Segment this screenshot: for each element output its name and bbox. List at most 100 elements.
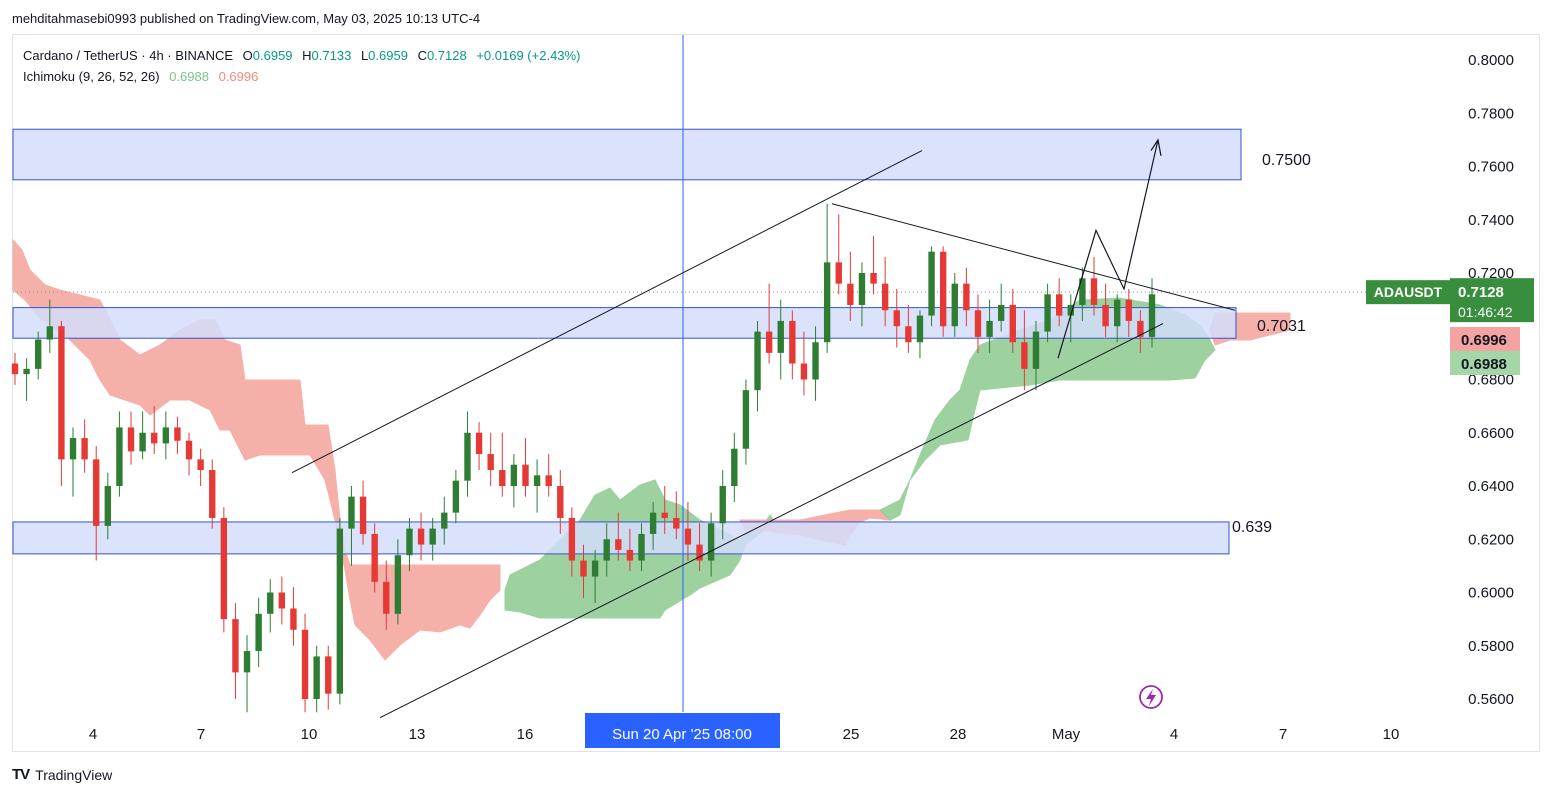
candle-body xyxy=(615,539,622,550)
candle-body xyxy=(1032,331,1040,369)
candle-body xyxy=(591,560,599,577)
candle-body xyxy=(986,320,993,337)
high-label: H xyxy=(302,48,312,63)
zone-price-label: 0.7031 xyxy=(1257,318,1306,335)
candle-body xyxy=(684,528,692,545)
candle-body xyxy=(533,475,541,486)
candle-body xyxy=(1009,304,1016,343)
candle-body xyxy=(185,440,193,460)
candle-body xyxy=(754,331,761,391)
candle-body xyxy=(638,533,645,561)
candle-body xyxy=(441,512,448,529)
candle-body xyxy=(46,326,53,340)
candle-body xyxy=(162,427,170,444)
candle-body xyxy=(649,512,657,534)
x-axis-tick-label: 4 xyxy=(1170,726,1178,743)
candle-body xyxy=(963,283,970,311)
low-value: 0.6959 xyxy=(368,48,408,63)
candle-body xyxy=(383,581,390,614)
candle-body xyxy=(939,251,947,327)
indicator-title[interactable]: Ichimoku (9, 26, 52, 26) xyxy=(23,69,160,84)
candle-body xyxy=(765,331,773,353)
y-axis-tick-label: 0.6000 xyxy=(1468,585,1514,602)
candle-body xyxy=(116,427,123,486)
candle-body xyxy=(243,651,251,673)
footer-brand[interactable]: TV TradingView xyxy=(12,766,112,783)
candle-body xyxy=(777,320,784,353)
candle-body xyxy=(1102,304,1109,327)
candle-body xyxy=(707,523,715,561)
tradingview-logo-icon: TV xyxy=(12,766,30,783)
crosshair-time-label: Sun 20 Apr '25 08:00 xyxy=(612,726,752,743)
candle-body xyxy=(881,283,889,311)
lightning-icon xyxy=(1146,689,1156,706)
candle-body xyxy=(997,304,1005,321)
zone-price-label: 0.639 xyxy=(1232,519,1272,536)
candle-body xyxy=(69,438,77,460)
candle-body xyxy=(104,486,112,526)
current-price-label: 0.7128 xyxy=(1458,284,1504,301)
candle-body xyxy=(835,262,842,284)
candle-body xyxy=(1021,342,1028,369)
senkou-a-label: 0.6988 xyxy=(1461,356,1507,373)
candle-body xyxy=(336,528,344,694)
candle-body xyxy=(800,363,808,380)
legend-indicator-row: Ichimoku (9, 26, 52, 26) 0.6988 0.6996 xyxy=(23,66,586,87)
candle-body xyxy=(487,454,494,471)
channel-lower-trendline xyxy=(379,323,1164,719)
price-chart[interactable]: 0.7500 0.7031 0.639 0.8000 0.7800 0.7600 0.740… xyxy=(0,0,1554,798)
indicator-value-a: 0.6988 xyxy=(169,69,209,84)
y-axis-tick-label: 0.7600 xyxy=(1468,159,1514,176)
x-axis-tick-label: 4 xyxy=(89,726,97,743)
candle-body xyxy=(151,432,158,444)
candle-body xyxy=(742,390,750,449)
candle-body xyxy=(812,342,819,380)
symbol-title[interactable]: Cardano / TetherUS · 4h · BINANCE xyxy=(23,48,233,63)
candle-body xyxy=(429,528,436,545)
candle-body xyxy=(1114,299,1121,327)
legend-ohlc-row: Cardano / TetherUS · 4h · BINANCE O0.695… xyxy=(23,45,586,66)
candle-body xyxy=(232,619,239,673)
candle-body xyxy=(301,629,309,699)
candle-body xyxy=(313,656,320,699)
x-axis-tick-label: 28 xyxy=(950,726,967,743)
candle-body xyxy=(626,549,634,561)
candle-body xyxy=(673,517,680,529)
x-axis-tick-label: 13 xyxy=(409,726,426,743)
candle-body xyxy=(464,432,471,481)
y-axis-tick-label: 0.7400 xyxy=(1468,212,1514,229)
candle-body xyxy=(58,326,65,460)
symbol-price-tag: ADAUSDT xyxy=(1374,284,1443,300)
candle-body xyxy=(290,608,297,630)
candle-body xyxy=(499,470,506,486)
x-axis-tick-label: 10 xyxy=(1383,726,1400,743)
x-axis-tick-label: May xyxy=(1052,726,1081,743)
chart-legend: Cardano / TetherUS · 4h · BINANCE O0.695… xyxy=(23,45,586,87)
candle-body xyxy=(823,262,831,343)
candle-body xyxy=(1125,299,1132,321)
candle-body xyxy=(905,326,912,343)
candle-body xyxy=(951,283,958,327)
candle-body xyxy=(220,517,228,620)
candle-body xyxy=(394,555,402,614)
candle-body xyxy=(510,464,518,486)
y-axis-tick-label: 0.8000 xyxy=(1468,52,1514,69)
candle-body xyxy=(522,464,529,486)
candle-body xyxy=(603,539,610,561)
candle-body xyxy=(545,475,552,486)
candle-body xyxy=(974,310,982,337)
candle-body xyxy=(197,459,204,471)
candle-body xyxy=(452,480,460,513)
candle-body xyxy=(557,486,564,518)
x-axis-tick-label: 7 xyxy=(197,726,205,743)
candle-body xyxy=(174,427,181,441)
support-resistance-zone xyxy=(12,307,1237,339)
candle-body xyxy=(209,470,216,518)
senkou-b-label: 0.6996 xyxy=(1461,332,1507,349)
bar-countdown-label: 01:46:42 xyxy=(1458,304,1513,320)
indicator-value-b: 0.6996 xyxy=(218,69,259,84)
open-value: 0.6959 xyxy=(252,48,293,63)
candle-body xyxy=(127,427,135,452)
candle-body xyxy=(359,496,367,534)
y-axis-tick-label: 0.6400 xyxy=(1468,478,1514,495)
